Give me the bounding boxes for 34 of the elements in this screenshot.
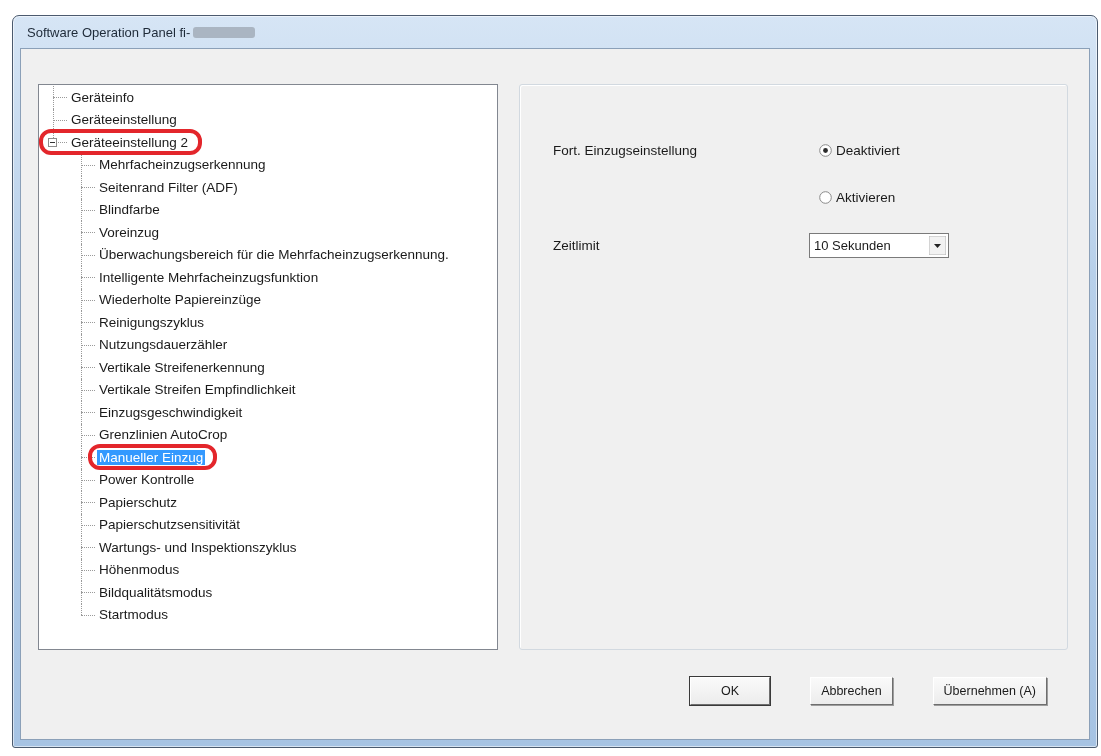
tree-item[interactable]: Wartungs- und Inspektionszyklus — [97, 539, 299, 555]
tree-item[interactable]: Geräteeinstellung 2 — [69, 134, 191, 150]
tree-item[interactable]: Seitenrand Filter (ADF) — [97, 179, 240, 195]
tree-item[interactable]: Höhenmodus — [97, 562, 182, 578]
tree-item[interactable]: Mehrfacheinzugserkennung — [97, 157, 268, 173]
radio-option[interactable]: Aktivieren — [819, 189, 896, 206]
tree-item[interactable]: Grenzlinien AutoCrop — [97, 427, 230, 443]
tree-item[interactable]: Vertikale Streifenerkennung — [97, 359, 267, 375]
caret-icon — [929, 236, 946, 255]
tree-item[interactable]: Geräteinfo — [69, 89, 137, 105]
setting-label: Zeitlimit — [553, 237, 600, 254]
tree-item[interactable]: Blindfarbe — [97, 202, 162, 218]
tree-item[interactable]: Bildqualitätsmodus — [97, 584, 215, 600]
window-title: Software Operation Panel fi- — [27, 24, 191, 40]
collapse-icon[interactable] — [48, 137, 57, 147]
tree-item[interactable]: Vertikale Streifen Empfindlichkeit — [97, 382, 298, 398]
tree-item[interactable]: Voreinzug — [97, 224, 162, 240]
tree-item[interactable]: Papierschutz — [97, 494, 180, 510]
tree-item[interactable]: Reinigungszyklus — [97, 314, 207, 330]
tree-item[interactable]: Intelligente Mehrfacheinzugsfunktion — [97, 269, 321, 285]
tree-item[interactable]: Nutzungsdauerzähler — [97, 337, 230, 353]
tree-item[interactable]: Power Kontrolle — [97, 472, 197, 488]
tree-item[interactable]: Papierschutzsensitivität — [97, 517, 243, 533]
setting-label: Fort. Einzugseinstellung — [553, 142, 698, 159]
dialog-button[interactable]: OK — [690, 677, 771, 705]
tree-item[interactable]: Einzugsgeschwindigkeit — [97, 404, 245, 420]
tree-item[interactable]: Geräteeinstellung — [69, 112, 179, 128]
tree-item[interactable]: Wiederholte Papiereinzüge — [97, 292, 264, 308]
tree-item[interactable]: Startmodus — [97, 607, 171, 623]
radio-option[interactable]: Deaktiviert — [819, 142, 900, 159]
dialog-button[interactable]: Abbrechen — [810, 677, 893, 705]
dialog-button[interactable]: Übernehmen (A) — [932, 677, 1047, 705]
tree-item[interactable]: Überwachungsbereich für die Mehrfacheinzugserkennung. — [97, 247, 451, 263]
timeout-dropdown[interactable]: 10 Sekunden — [809, 233, 949, 258]
